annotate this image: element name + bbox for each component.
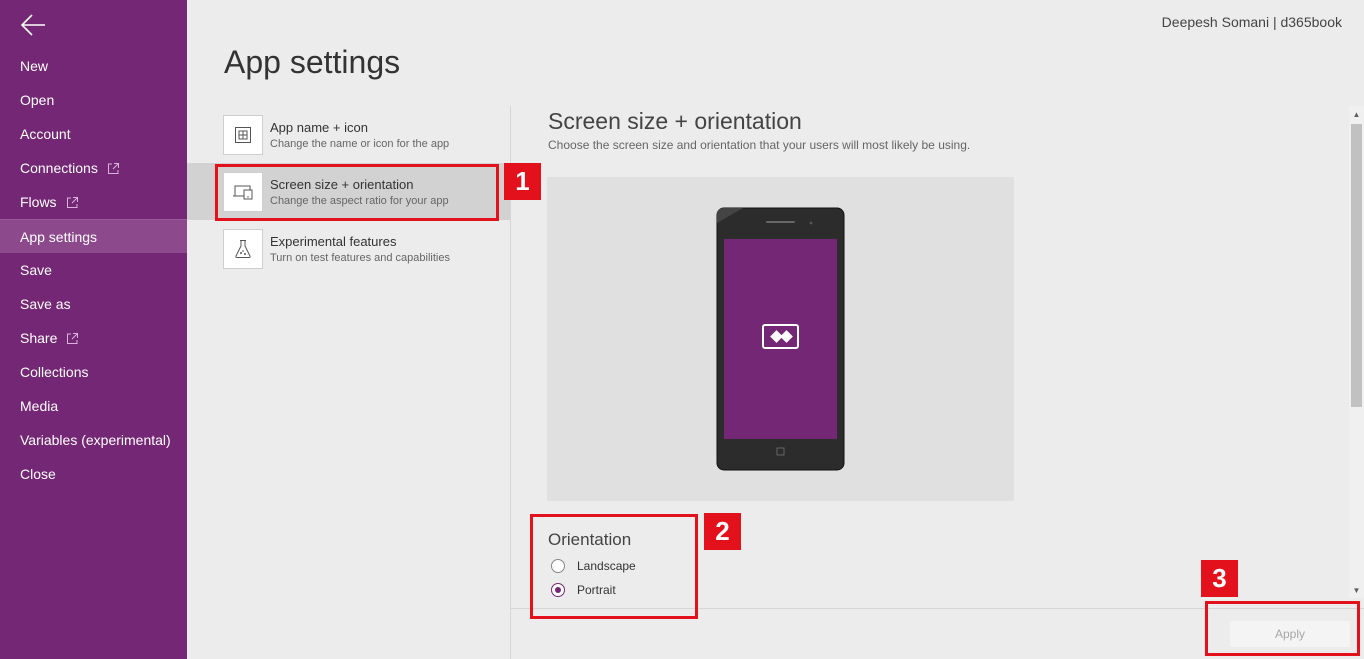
annotation-box [215, 164, 499, 221]
sidebar-item-variables[interactable]: Variables (experimental) [0, 423, 187, 457]
setting-description: Turn on test features and capabilities [270, 251, 450, 264]
grid-icon [223, 114, 263, 155]
vertical-scrollbar[interactable]: ▲ ▼ [1349, 106, 1364, 598]
sidebar-item-flows[interactable]: Flows [0, 185, 187, 219]
external-link-icon [67, 332, 79, 344]
page-title: App settings [224, 44, 401, 80]
annotation-badge: 3 [1201, 560, 1238, 597]
sidebar-nav: New Open Account Connections Flows App s… [0, 49, 187, 491]
scroll-up-icon[interactable]: ▲ [1349, 106, 1364, 122]
setting-title: Experimental features [270, 233, 397, 249]
sidebar-item-share[interactable]: Share [0, 321, 187, 355]
sidebar-item-new[interactable]: New [0, 49, 187, 83]
sidebar: New Open Account Connections Flows App s… [0, 0, 187, 659]
section-description: Choose the screen size and orientation t… [548, 138, 971, 152]
annotation-badge: 2 [704, 513, 741, 550]
setting-description: Change the name or icon for the app [270, 137, 450, 150]
phone-preview-icon [716, 207, 845, 471]
setting-title: App name + icon [270, 119, 368, 135]
external-link-icon [107, 162, 119, 174]
device-preview [547, 177, 1014, 501]
sidebar-item-media[interactable]: Media [0, 389, 187, 423]
sidebar-item-close[interactable]: Close [0, 457, 187, 491]
flask-icon [223, 228, 263, 269]
setting-experimental-features[interactable]: Experimental features Turn on test featu… [187, 220, 510, 277]
external-link-icon [66, 196, 78, 208]
sidebar-item-save[interactable]: Save [0, 253, 187, 287]
sidebar-item-save-as[interactable]: Save as [0, 287, 187, 321]
sidebar-item-open[interactable]: Open [0, 83, 187, 117]
scroll-thumb[interactable] [1351, 124, 1362, 407]
annotation-badge: 1 [504, 163, 541, 200]
sidebar-item-app-settings[interactable]: App settings [0, 219, 187, 253]
arrow-left-icon [20, 14, 45, 36]
back-button[interactable] [18, 12, 48, 38]
annotation-box [1205, 601, 1360, 656]
sidebar-item-connections[interactable]: Connections [0, 151, 187, 185]
setting-app-name-icon[interactable]: App name + icon Change the name or icon … [187, 106, 510, 163]
scroll-down-icon[interactable]: ▼ [1349, 582, 1364, 598]
sidebar-item-account[interactable]: Account [0, 117, 187, 151]
annotation-box [530, 514, 698, 619]
section-title: Screen size + orientation [548, 108, 802, 134]
user-account-label[interactable]: Deepesh Somani | d365book [1162, 14, 1342, 30]
sidebar-item-collections[interactable]: Collections [0, 355, 187, 389]
